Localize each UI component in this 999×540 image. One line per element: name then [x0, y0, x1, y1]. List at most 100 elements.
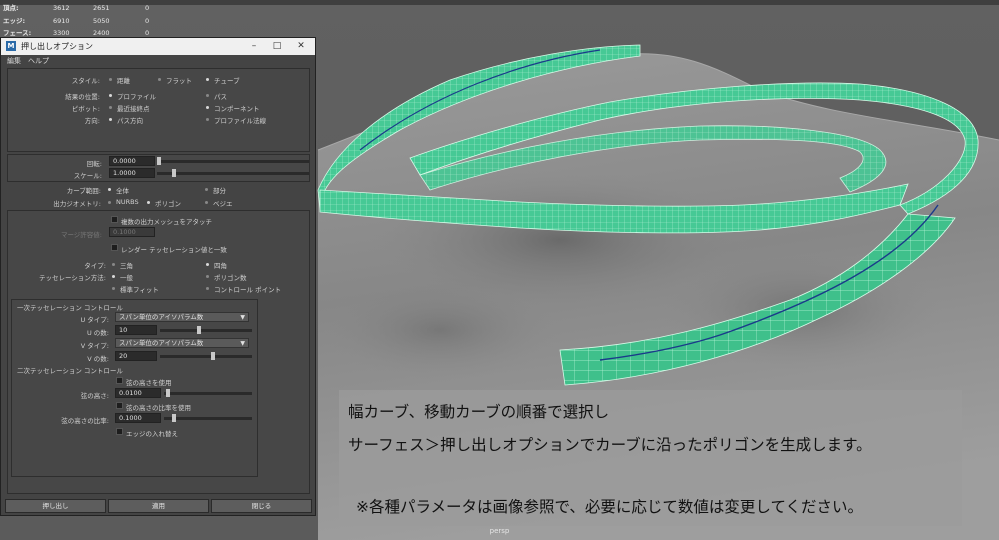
u-type-value: スパン単位のアイソパラム数 — [119, 313, 204, 321]
chevron-down-icon: ▼ — [240, 340, 245, 347]
tess-cv-radio[interactable] — [206, 287, 209, 290]
pivot-closest-radio[interactable] — [109, 106, 112, 109]
result-profile-label: プロファイル — [117, 93, 156, 101]
extrude-button[interactable]: 押し出し — [5, 499, 106, 513]
attach-multiple-checkbox[interactable] — [111, 216, 118, 223]
style-flat-label: フラット — [166, 77, 192, 85]
stat-label: エッジ: — [3, 16, 26, 25]
pivot-component-radio[interactable] — [206, 106, 209, 109]
edge-swap-label: エッジの入れ替え — [126, 430, 178, 438]
transform-group: 回転: 0.0000 スケール: 1.0000 — [7, 154, 310, 182]
direction-normal-radio[interactable] — [206, 118, 209, 121]
use-chord-height-checkbox[interactable] — [116, 377, 123, 384]
close-button[interactable]: 閉じる — [211, 499, 312, 513]
v-type-dropdown[interactable]: スパン単位のアイソパラム数 ▼ — [115, 338, 249, 348]
u-type-dropdown[interactable]: スパン単位のアイソパラム数 ▼ — [115, 312, 249, 322]
output-polygon-label: ポリゴン — [155, 200, 181, 208]
output-nurbs-radio[interactable] — [108, 201, 111, 204]
annotation-line-2: サーフェス＞押し出しオプションでカーブに沿ったポリゴンを生成します。 — [348, 436, 872, 454]
style-distance-radio[interactable] — [109, 78, 112, 81]
chord-height-field[interactable]: 0.0100 — [115, 388, 161, 398]
match-render-label: レンダー テッセレーション値と一致 — [121, 246, 227, 254]
rotation-slider[interactable] — [157, 160, 309, 163]
scale-label: スケール: — [73, 172, 102, 180]
scale-slider-thumb[interactable] — [172, 169, 176, 177]
result-path-radio[interactable] — [206, 94, 209, 97]
tess-count-radio[interactable] — [206, 275, 209, 278]
edge-swap-checkbox[interactable] — [116, 428, 123, 435]
tess-method-label: テッセレーション方法: — [38, 274, 106, 282]
menu-help[interactable]: ヘルプ — [28, 56, 49, 66]
tess-general-label: 一般 — [120, 274, 133, 282]
curve-range-label: カーブ範囲: — [66, 187, 101, 195]
type-label: タイプ: — [84, 262, 106, 270]
u-count-label: U の数: — [86, 329, 109, 337]
curve-range-complete-label: 全体 — [116, 187, 129, 195]
output-geometry-label: 出力ジオメトリ: — [53, 200, 101, 208]
camera-name-label: persp — [489, 527, 510, 535]
stat-label: 頂点: — [3, 4, 19, 12]
annotation-line-1: 幅カーブ、移動カーブの順番で選択し — [348, 403, 610, 421]
dialog-titlebar[interactable]: M 押し出しオプション – □ ✕ — [1, 38, 315, 55]
curve-range-complete-radio[interactable] — [108, 188, 111, 191]
stat-value: 2651 — [93, 4, 110, 12]
curve-range-partial-radio[interactable] — [205, 188, 208, 191]
scale-slider[interactable] — [157, 172, 309, 175]
direction-path-label: パス方向 — [117, 117, 143, 125]
chord-height-slider-thumb[interactable] — [165, 389, 170, 397]
chord-height-slider[interactable] — [164, 392, 252, 395]
type-quad-radio[interactable] — [206, 263, 209, 266]
direction-label: 方向: — [84, 117, 100, 125]
style-distance-label: 距離 — [117, 77, 130, 85]
tess-controls-frame: 一次テッセレーション コントロール U タイプ: スパン単位のアイソパラム数 ▼ … — [11, 299, 258, 477]
stat-value: 3612 — [53, 4, 70, 12]
chord-ratio-slider[interactable] — [164, 417, 252, 420]
v-count-slider-thumb[interactable] — [211, 352, 216, 360]
rotation-label: 回転: — [86, 160, 102, 168]
v-type-label: V タイプ: — [80, 342, 109, 350]
tessellation-group: 複数の出力メッシュをアタッチ マージ許容値: 0.1000 レンダー テッセレー… — [7, 210, 310, 494]
scale-field[interactable]: 1.0000 — [109, 168, 155, 178]
heads-up-poly-count: 頂点: 3612 2651 0 エッジ: 6910 5050 0 フェース: 3300 2400… — [3, 2, 165, 40]
chord-ratio-field[interactable]: 0.1000 — [115, 413, 161, 423]
type-quad-label: 四角 — [214, 262, 227, 270]
tess-standard-radio[interactable] — [112, 287, 115, 290]
u-count-field[interactable]: 10 — [115, 325, 157, 335]
extrude-options-dialog[interactable]: M 押し出しオプション – □ ✕ 編集 ヘルプ スタイル: 距離 フラット チ… — [0, 37, 316, 516]
rotation-field[interactable]: 0.0000 — [109, 156, 155, 166]
minimize-icon[interactable]: – — [243, 40, 265, 53]
type-triangle-radio[interactable] — [112, 263, 115, 266]
u-count-slider[interactable] — [160, 329, 252, 332]
maya-app-icon: M — [6, 41, 16, 51]
style-label: スタイル: — [71, 77, 100, 85]
output-bezier-label: ベジエ — [213, 200, 233, 208]
menu-edit[interactable]: 編集 — [7, 56, 21, 66]
v-count-slider[interactable] — [160, 355, 252, 358]
merge-tolerance-field[interactable]: 0.1000 — [109, 227, 155, 237]
output-bezier-radio[interactable] — [205, 201, 208, 204]
direction-path-radio[interactable] — [109, 118, 112, 121]
apply-button[interactable]: 適用 — [108, 499, 209, 513]
result-profile-radio[interactable] — [109, 94, 112, 97]
tess-general-radio[interactable] — [112, 275, 115, 278]
pivot-closest-label: 最近接終点 — [117, 105, 150, 113]
chord-ratio-slider-thumb[interactable] — [172, 414, 177, 422]
v-count-field[interactable]: 20 — [115, 351, 157, 361]
close-icon[interactable]: ✕ — [290, 40, 312, 53]
v-type-value: スパン単位のアイソパラム数 — [119, 339, 204, 347]
u-count-slider-thumb[interactable] — [196, 326, 201, 334]
chevron-down-icon: ▼ — [240, 314, 245, 321]
output-nurbs-label: NURBS — [116, 198, 139, 206]
stat-value: 6910 — [53, 16, 70, 25]
rotation-slider-thumb[interactable] — [157, 157, 161, 165]
stat-value: 5050 — [93, 16, 110, 25]
style-flat-radio[interactable] — [158, 78, 161, 81]
annotation-box: 幅カーブ、移動カーブの順番で選択し サーフェス＞押し出しオプションでカーブに沿っ… — [339, 390, 962, 526]
type-triangle-label: 三角 — [120, 262, 133, 270]
style-tube-radio[interactable] — [206, 78, 209, 81]
output-polygon-radio[interactable] — [147, 201, 150, 204]
maximize-icon[interactable]: □ — [266, 40, 288, 53]
use-chord-ratio-checkbox[interactable] — [116, 402, 123, 409]
tess-cv-label: コントロール ポイント — [214, 286, 282, 294]
match-render-checkbox[interactable] — [111, 244, 118, 251]
